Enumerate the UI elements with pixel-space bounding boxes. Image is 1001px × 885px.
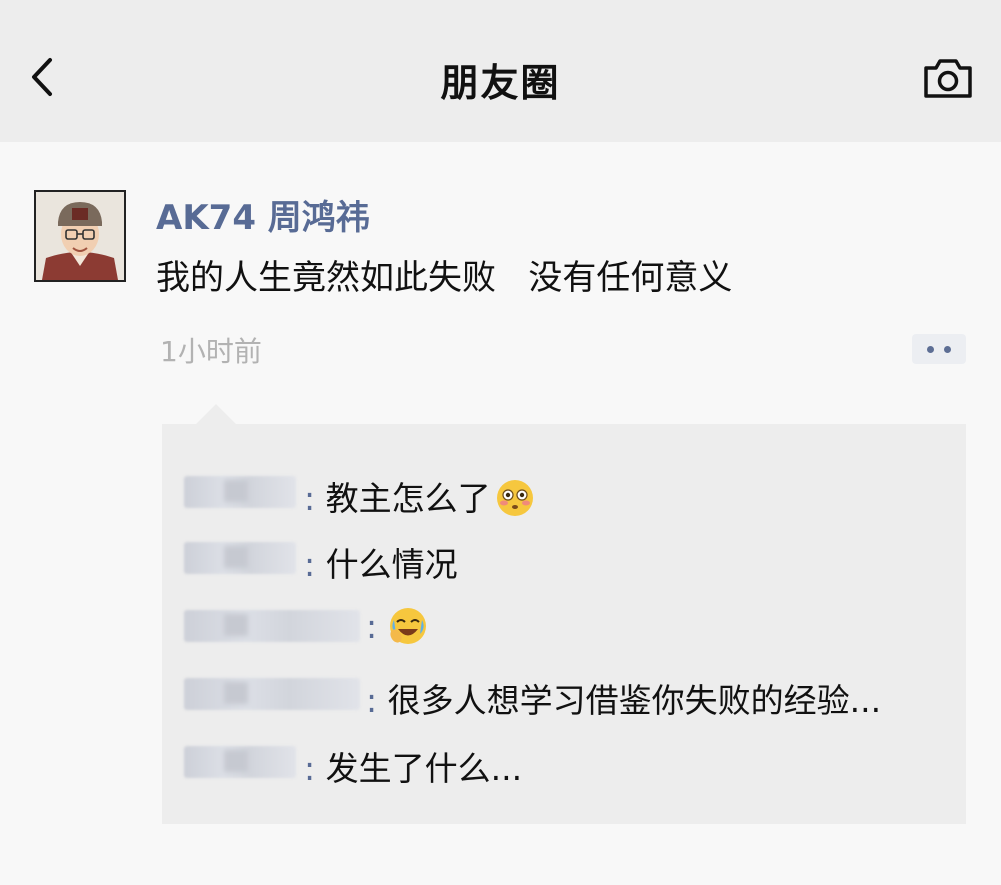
post-time: 1小时前	[160, 335, 262, 368]
comment-text-wrap: : 教主怎么了	[304, 472, 535, 520]
flushed-face-icon	[496, 480, 533, 516]
comment-text: 教主怎么了	[325, 479, 491, 518]
comment-colon: :	[366, 607, 388, 646]
comments-panel: : 教主怎么了 : 什么情况 : : 很多人想学习借鉴你失败的经验... : 发…	[162, 424, 966, 824]
top-bar: 朋友圈	[0, 0, 1001, 142]
blurred-commenter-name[interactable]	[184, 476, 296, 508]
blurred-commenter-name[interactable]	[184, 678, 360, 710]
post-author-name[interactable]: AK74 周鸿祎	[156, 190, 370, 239]
comment-text-wrap: : 很多人想学习借鉴你失败的经验...	[366, 674, 881, 722]
comment-colon: :	[304, 545, 326, 584]
comment-text-wrap: : 发生了什么...	[304, 742, 522, 790]
comment-colon: :	[366, 681, 388, 720]
comment-colon: :	[304, 479, 326, 518]
comment-text: 什么情况	[325, 545, 458, 584]
camera-button[interactable]	[920, 54, 976, 102]
cartoon-avatar-image	[36, 192, 124, 280]
rolling-laughing-icon	[389, 608, 426, 644]
camera-icon	[924, 59, 972, 98]
comment-pointer	[196, 404, 236, 424]
avatar[interactable]	[34, 190, 126, 282]
page-title: 朋友圈	[440, 61, 561, 105]
more-actions-button[interactable]	[912, 334, 966, 364]
comment-text: 发生了什么...	[325, 749, 523, 788]
comment-text-wrap: :	[366, 606, 428, 646]
comment-colon: :	[304, 749, 326, 788]
blurred-commenter-name[interactable]	[184, 610, 360, 642]
blurred-commenter-name[interactable]	[184, 542, 296, 574]
moments-feed: AK74 周鸿祎 我的人生竟然如此失败 没有任何意义 1小时前 : 教主怎么了 …	[0, 142, 1001, 885]
ellipsis-icon	[927, 346, 934, 353]
post-text: 我的人生竟然如此失败 没有任何意义	[156, 258, 733, 298]
comment-text: 很多人想学习借鉴你失败的经验...	[387, 681, 882, 720]
ellipsis-icon	[944, 346, 951, 353]
comment-text-wrap: : 什么情况	[304, 538, 458, 586]
blurred-commenter-name[interactable]	[184, 746, 296, 778]
